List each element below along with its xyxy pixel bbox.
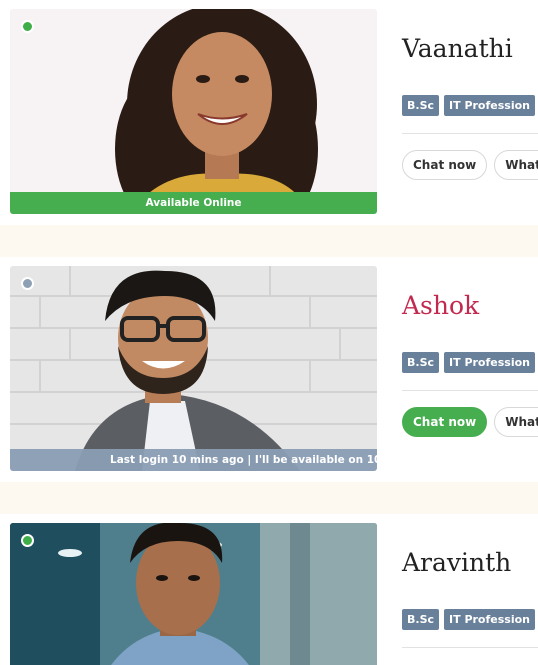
profile-name[interactable]: Aravinth (402, 548, 511, 577)
divider (402, 647, 538, 648)
status-bar: Available Online (10, 192, 377, 214)
profile-card: Last login 10 mins ago | I'll be availab… (0, 257, 538, 482)
profile-photo-image (10, 9, 377, 214)
tag-education: B.Sc (402, 352, 440, 373)
tag-profession: IT Profession (444, 609, 535, 630)
profile-name[interactable]: Vaanathi (402, 34, 513, 63)
divider (402, 390, 538, 391)
profile-photo[interactable]: Last login 10 mins ago | I'll be availab… (10, 266, 377, 471)
profile-name[interactable]: Ashok (402, 291, 479, 320)
divider (402, 133, 538, 134)
tag-profession: IT Profession (444, 352, 535, 373)
profile-photo-image (10, 266, 377, 471)
profile-tags: B.Sc IT Profession 2 (402, 95, 538, 116)
profile-tags: B.Sc IT Profession 2 (402, 609, 538, 630)
online-status-dot (21, 534, 34, 547)
profile-tags: B.Sc IT Profession 2 (402, 352, 538, 373)
chat-now-button[interactable]: Chat now (402, 407, 488, 437)
profile-photo[interactable]: Available Online (10, 9, 377, 214)
profile-photo[interactable] (10, 523, 377, 665)
profile-photo-image (10, 523, 377, 665)
tag-education: B.Sc (402, 95, 440, 116)
profile-card: Aravinth B.Sc IT Profession 2 (0, 514, 538, 665)
online-status-dot (21, 20, 34, 33)
profile-actions: Chat now Whats (402, 407, 538, 437)
whatsapp-button[interactable]: Whats (494, 150, 538, 180)
profile-card: Available Online Vaanathi B.Sc IT Profes… (0, 0, 538, 225)
profile-actions: Chat now Whats (402, 150, 538, 180)
chat-now-button[interactable]: Chat now (402, 150, 488, 180)
whatsapp-button[interactable]: Whats (494, 407, 538, 437)
tag-education: B.Sc (402, 609, 440, 630)
status-bar: Last login 10 mins ago | I'll be availab… (10, 449, 377, 471)
tag-profession: IT Profession (444, 95, 535, 116)
offline-status-dot (21, 277, 34, 290)
